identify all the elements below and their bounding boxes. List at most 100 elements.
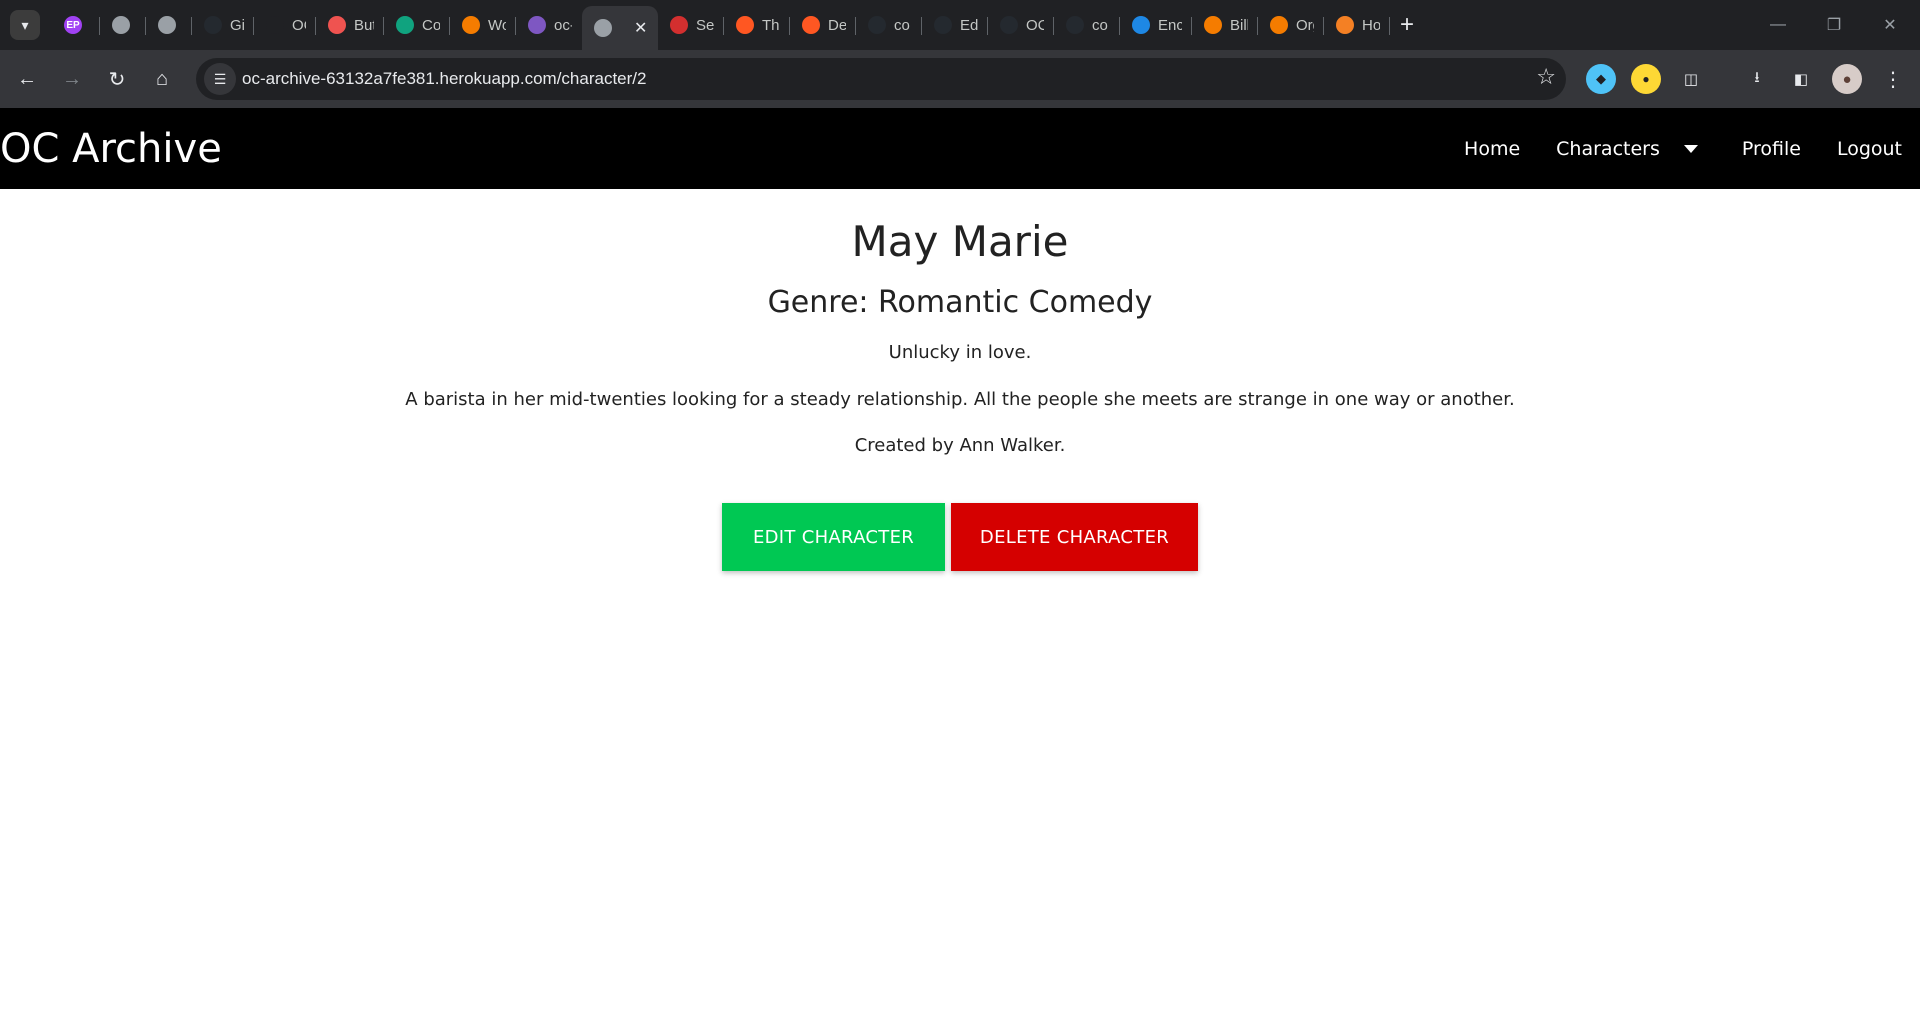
tab-title: Ser xyxy=(696,16,714,34)
restore-icon: ❐ xyxy=(1826,17,1842,34)
forward-button[interactable]: → xyxy=(55,62,89,96)
wave-icon xyxy=(1132,16,1150,34)
browser-tab[interactable]: Ser xyxy=(658,6,724,44)
address-bar[interactable]: ☰ oc-archive-63132a7fe381.herokuapp.com/… xyxy=(196,58,1566,100)
minimize-button[interactable]: — xyxy=(1750,0,1806,50)
arrow-right-icon: → xyxy=(62,67,82,90)
nav-home[interactable]: Home xyxy=(1464,138,1520,160)
github-icon xyxy=(868,16,886,34)
tab-title: oc- xyxy=(554,16,572,34)
character-description: A barista in her mid-twenties looking fo… xyxy=(405,389,1515,410)
git-branch-icon xyxy=(266,16,284,34)
g-logo-icon xyxy=(1204,16,1222,34)
browser-tab[interactable]: co xyxy=(1054,6,1120,44)
stack-icon xyxy=(1336,16,1354,34)
avatar[interactable]: ● xyxy=(1832,64,1862,94)
site-navbar: OC Archive Home Characters Profile Logou… xyxy=(0,108,1920,189)
nav-home-label: Home xyxy=(1464,137,1521,160)
back-button[interactable]: ← xyxy=(10,62,44,96)
browser-tab[interactable]: Edi xyxy=(922,6,988,44)
tab-title: Git xyxy=(230,16,244,34)
caret-down-icon xyxy=(1683,144,1698,153)
nav-links: Home Characters Profile Logout xyxy=(1464,108,1920,189)
nav-characters-label: Characters xyxy=(1556,137,1660,160)
browser-tab[interactable]: Git xyxy=(192,6,254,44)
close-window-button[interactable]: ✕ xyxy=(1862,0,1918,50)
tab-title: Edi xyxy=(960,16,978,34)
g-logo-icon xyxy=(462,16,480,34)
browser-tab[interactable]: De xyxy=(790,6,856,44)
globe-icon xyxy=(594,19,612,37)
tab-title: co xyxy=(1092,16,1108,34)
browser-tab[interactable]: The xyxy=(724,6,790,44)
url-text[interactable]: oc-archive-63132a7fe381.herokuapp.com/ch… xyxy=(242,69,646,89)
globe-icon xyxy=(158,16,176,34)
ep-avatar-icon: EP xyxy=(64,16,82,34)
extension-icon[interactable]: ◆ xyxy=(1586,64,1616,94)
tab-title: Bill xyxy=(1230,16,1248,34)
download-icon[interactable]: ⭳ xyxy=(1742,64,1772,94)
browser-tab[interactable]: Bill xyxy=(1192,6,1258,44)
edit-character-button[interactable]: EDIT CHARACTER xyxy=(722,503,945,571)
tab-title: OC xyxy=(1026,16,1044,34)
browser-tab[interactable]: ✕ xyxy=(582,6,658,50)
tab-title: But xyxy=(354,16,374,34)
tab-title: Ho xyxy=(1362,16,1380,34)
globe-icon xyxy=(112,16,130,34)
browser-tab[interactable]: But xyxy=(316,6,384,44)
browser-tab[interactable]: EP xyxy=(52,6,100,44)
close-tab-icon[interactable]: ✕ xyxy=(634,18,647,38)
nav-characters-dropdown[interactable]: Characters xyxy=(1556,138,1698,160)
nav-logout[interactable]: Logout xyxy=(1837,138,1902,160)
g-logo-icon xyxy=(1270,16,1288,34)
github-icon xyxy=(204,16,222,34)
crab-icon xyxy=(670,16,688,34)
character-creator: Created by Ann Walker. xyxy=(854,435,1066,456)
browser-tab[interactable]: co xyxy=(856,6,922,44)
browser-tab[interactable] xyxy=(100,6,146,44)
tab-title: co xyxy=(894,16,910,34)
browser-tab[interactable]: oc- xyxy=(516,6,582,44)
browser-tab[interactable]: Org xyxy=(1258,6,1324,44)
close-icon: ✕ xyxy=(1883,17,1897,34)
restore-button[interactable]: ❐ xyxy=(1806,0,1862,50)
browser-tab[interactable]: OC xyxy=(254,6,316,44)
browser-tab[interactable] xyxy=(146,6,192,44)
tab-title: Co xyxy=(422,16,440,34)
reload-icon: ↻ xyxy=(108,68,126,91)
browser-toolbar: ← → ↻ ⌂ ☰ oc-archive-63132a7fe381.heroku… xyxy=(0,50,1920,108)
nav-profile[interactable]: Profile xyxy=(1742,138,1801,160)
character-genre: Genre: Romantic Comedy xyxy=(767,285,1153,320)
browser-tab-strip: ▾ EP Git OC But Co Wo oc- ✕ Ser The De co Edi OC co Enc… xyxy=(0,0,1920,50)
browser-tab[interactable]: Wo xyxy=(450,6,516,44)
browser-tab[interactable]: Co xyxy=(384,6,450,44)
tune-icon: ☰ xyxy=(213,70,227,87)
menu-dots-icon[interactable]: ⋮ xyxy=(1878,64,1908,94)
site-info-button[interactable]: ☰ xyxy=(204,63,236,95)
tab-title: Wo xyxy=(488,16,506,34)
chevron-down-icon: ▾ xyxy=(21,16,29,33)
reload-button[interactable]: ↻ xyxy=(100,62,134,96)
opera-icon xyxy=(802,16,820,34)
github-icon xyxy=(934,16,952,34)
nav-profile-label: Profile xyxy=(1741,137,1801,160)
home-button[interactable]: ⌂ xyxy=(145,62,179,96)
tab-search-button[interactable]: ▾ xyxy=(10,10,40,40)
delete-character-button[interactable]: DELETE CHARACTER xyxy=(951,503,1198,571)
minimize-icon: — xyxy=(1770,16,1786,33)
browser-tab[interactable]: Enc xyxy=(1120,6,1192,44)
browser-tab[interactable]: OC xyxy=(988,6,1054,44)
nav-logout-label: Logout xyxy=(1836,137,1902,160)
side-panel-icon[interactable]: ◧ xyxy=(1786,64,1816,94)
heroku-icon xyxy=(528,16,546,34)
bookmark-star-icon[interactable]: ☆ xyxy=(1536,64,1556,90)
shield-icon[interactable]: ● xyxy=(1631,64,1661,94)
site-brand[interactable]: OC Archive xyxy=(0,126,222,172)
github-icon xyxy=(1066,16,1084,34)
character-name: May Marie xyxy=(851,217,1069,266)
tab-title: The xyxy=(762,16,780,34)
new-tab-icon[interactable]: + xyxy=(1400,6,1414,44)
github-icon xyxy=(1000,16,1018,34)
puzzle-icon[interactable]: ◫ xyxy=(1676,64,1706,94)
browser-tab[interactable]: Ho xyxy=(1324,6,1390,44)
